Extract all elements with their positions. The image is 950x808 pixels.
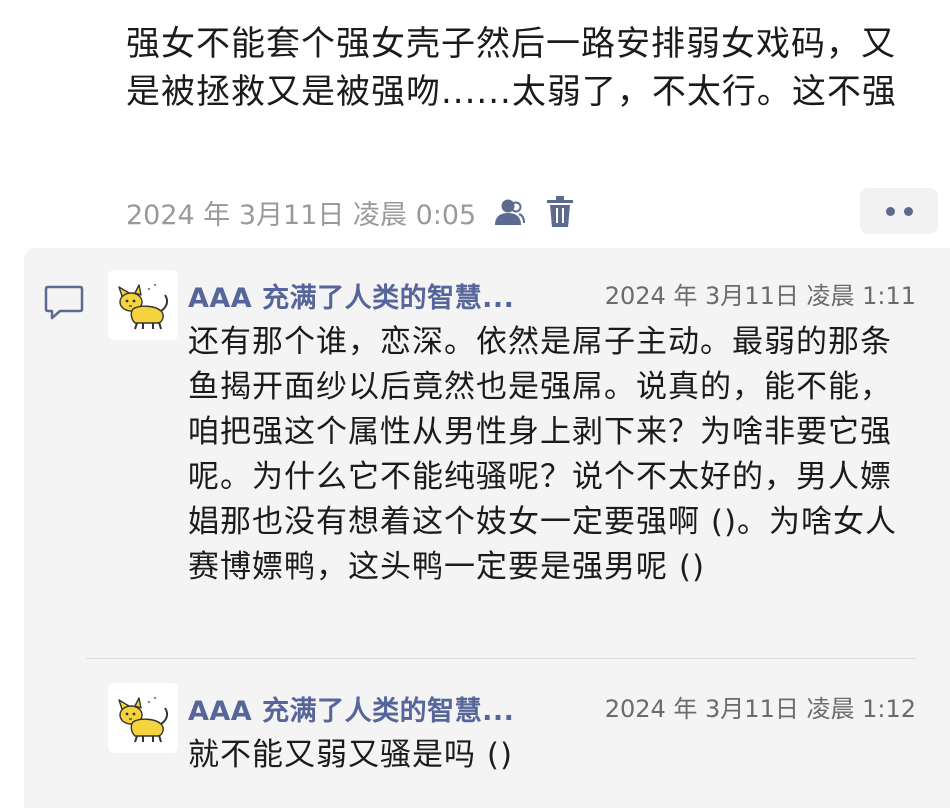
comment-date: 2024 年 3月11日 凌晨 1:12	[604, 695, 916, 723]
comment-author[interactable]: AAA 充满了人类的智慧...	[188, 689, 514, 728]
post-date: 2024 年 3月11日 凌晨 0:05	[126, 199, 477, 231]
post-text: 强女不能套个强女壳子然后一路安排弱女戏码，又是被拯救又是被强吻......太弱了…	[126, 24, 897, 112]
comment-item: AAA 充满了人类的智慧... 2024 年 3月11日 凌晨 1:11 还有那…	[108, 270, 916, 640]
comment-text: 就不能又弱又骚是吗 ()	[188, 737, 514, 773]
cat-avatar-icon[interactable]	[108, 683, 178, 753]
more-dots-icon	[885, 206, 895, 216]
visibility-icon[interactable]	[488, 192, 528, 232]
cat-avatar-icon[interactable]	[108, 270, 178, 340]
more-button[interactable]	[860, 188, 938, 234]
comment-author[interactable]: AAA 充满了人类的智慧...	[188, 276, 514, 315]
comment-item: AAA 充满了人类的智慧... 2024 年 3月11日 凌晨 1:12 就不能…	[108, 683, 916, 793]
divider	[86, 658, 916, 659]
comment-text: 还有那个谁，恋深。依然是屌子主动。最弱的那条鱼揭开面纱以后竟然也是强屌。说真的，…	[188, 324, 898, 585]
post-meta: 2024 年 3月11日 凌晨 0:05	[126, 190, 580, 234]
comment-icon	[44, 284, 84, 324]
trash-icon[interactable]	[540, 192, 580, 232]
comment-date: 2024 年 3月11日 凌晨 1:11	[604, 282, 916, 310]
